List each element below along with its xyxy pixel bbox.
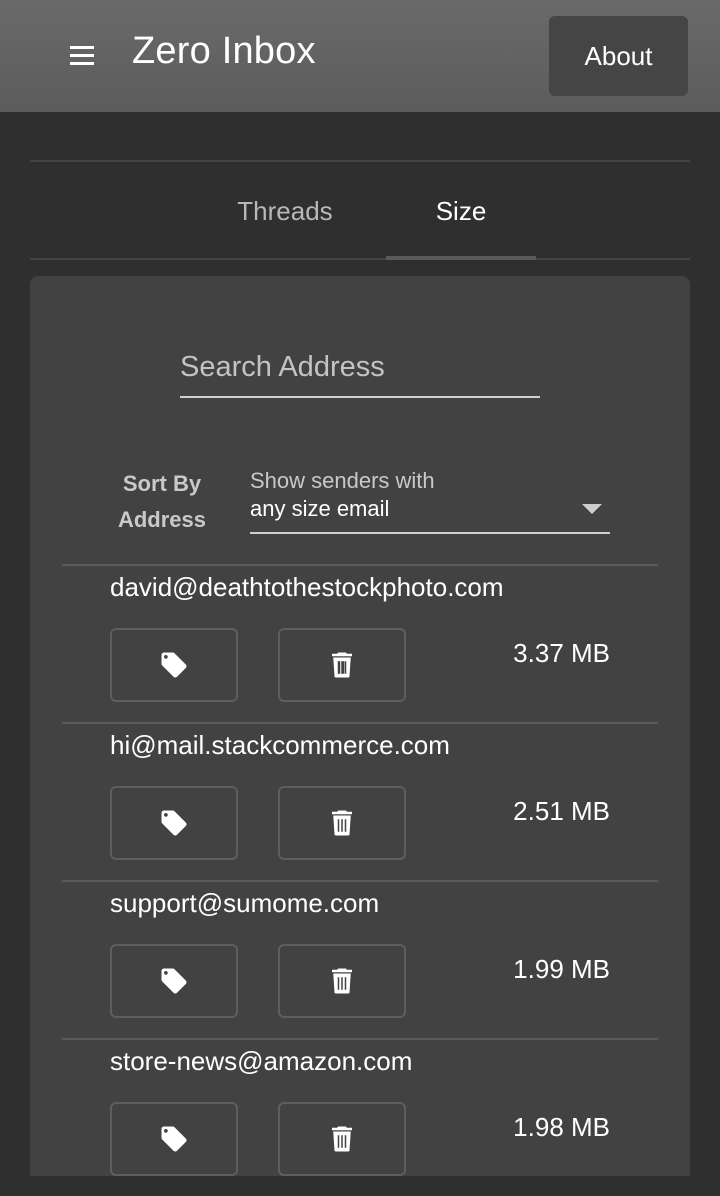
label-sender-button[interactable]: [110, 1102, 238, 1176]
sender-row: david@deathtothestockphoto.com 3.37 MB: [62, 564, 658, 722]
tag-icon: [161, 810, 187, 836]
trash-icon: [332, 968, 352, 994]
trash-icon: [332, 652, 352, 678]
caret-down-icon[interactable]: [582, 504, 602, 514]
sort-by-address-button[interactable]: Sort By Address: [100, 466, 224, 538]
tag-icon: [161, 652, 187, 678]
delete-sender-button[interactable]: [278, 786, 406, 860]
delete-sender-button[interactable]: [278, 628, 406, 702]
label-sender-button[interactable]: [110, 786, 238, 860]
app-title: Zero Inbox: [132, 30, 316, 72]
sender-size: 1.98 MB: [513, 1112, 610, 1142]
search-address-input[interactable]: [180, 338, 540, 398]
label-sender-button[interactable]: [110, 944, 238, 1018]
filter-label: Show senders with: [250, 468, 435, 493]
view-tabs: Threads Size: [30, 160, 690, 260]
size-filter-select[interactable]: Show senders with any size email: [250, 468, 610, 534]
top-app-bar: Zero Inbox About: [0, 0, 720, 112]
tag-icon: [161, 1126, 187, 1152]
sender-list: david@deathtothestockphoto.com 3.37 MB h…: [62, 564, 658, 1196]
sender-row: store-news@amazon.com 1.98 MB: [62, 1038, 658, 1196]
sender-row: support@sumome.com 1.99 MB: [62, 880, 658, 1038]
sender-size: 2.51 MB: [513, 796, 610, 826]
sender-size: 3.37 MB: [513, 638, 610, 668]
delete-sender-button[interactable]: [278, 1102, 406, 1176]
sender-email: david@deathtothestockphoto.com: [110, 572, 504, 602]
sender-row: hi@mail.stackcommerce.com 2.51 MB: [62, 722, 658, 880]
trash-icon: [332, 810, 352, 836]
delete-sender-button[interactable]: [278, 944, 406, 1018]
senders-panel: Sort By Address Show senders with any si…: [30, 276, 690, 1176]
filter-selected-value: any size email: [250, 496, 390, 521]
about-button[interactable]: About: [549, 16, 688, 96]
hamburger-icon[interactable]: [68, 44, 96, 68]
sender-email: store-news@amazon.com: [110, 1046, 413, 1076]
sender-email: support@sumome.com: [110, 888, 380, 918]
trash-icon: [332, 1126, 352, 1152]
sender-email: hi@mail.stackcommerce.com: [110, 730, 450, 760]
label-sender-button[interactable]: [110, 628, 238, 702]
sender-size: 1.99 MB: [513, 954, 610, 984]
tab-size[interactable]: Size: [386, 162, 536, 260]
tag-icon: [161, 968, 187, 994]
tab-threads[interactable]: Threads: [210, 162, 360, 260]
